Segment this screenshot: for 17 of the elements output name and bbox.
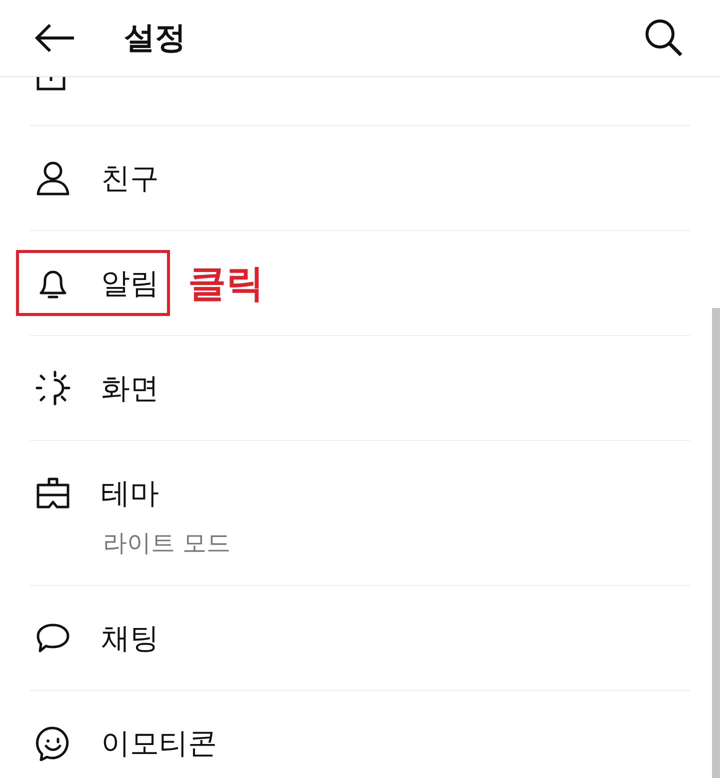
setting-label[interactable]: 친구 (101, 160, 159, 196)
setting-label[interactable]: 테마 (101, 476, 159, 510)
annotation-text: 클릭 (188, 260, 264, 306)
brush-icon (35, 475, 71, 511)
smiley-bubble-icon (35, 725, 71, 761)
sun-icon (35, 370, 71, 406)
page-title: 설정 (124, 18, 186, 58)
search-icon[interactable] (644, 18, 684, 58)
setting-label[interactable]: 이모티콘 (101, 726, 217, 760)
person-icon (35, 160, 71, 196)
setting-label[interactable]: 알림 (101, 266, 159, 300)
scrollbar[interactable] (712, 308, 720, 778)
back-icon[interactable] (34, 23, 76, 53)
setting-label[interactable]: 화면 (101, 370, 159, 406)
setting-label[interactable]: 채팅 (101, 620, 159, 656)
square-icon (36, 77, 66, 91)
setting-value: 라이트 모드 (103, 529, 231, 557)
